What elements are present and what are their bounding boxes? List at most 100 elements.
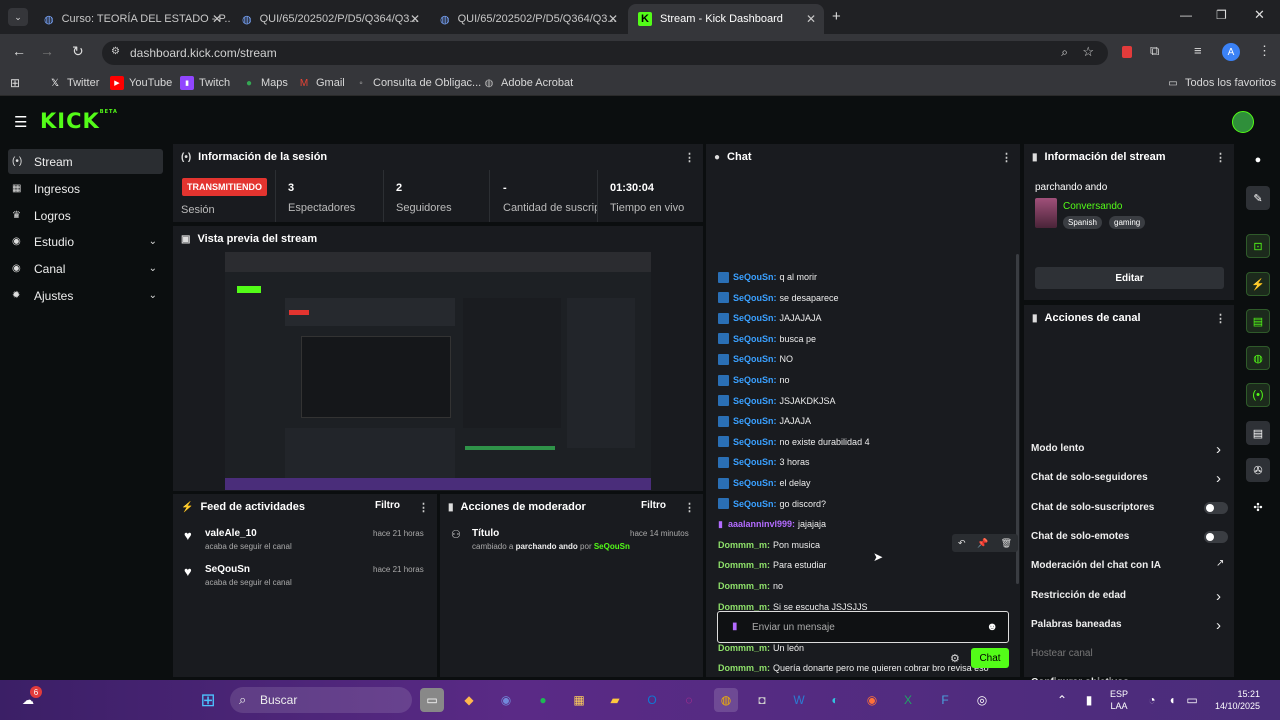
emoji-icon[interactable]: ☻ <box>986 621 998 633</box>
more-options-icon[interactable]: ⋮ <box>418 501 429 514</box>
chat-message[interactable]: ▮ aaalanninvl999: jajajaja <box>718 517 826 531</box>
chat-username[interactable]: SeQouSn: <box>733 375 777 385</box>
channel-action-item[interactable]: Chat de solo-seguidores <box>1031 472 1148 483</box>
chat-message[interactable]: SeQouSn: NO <box>718 352 793 366</box>
external-link-icon[interactable]: ↗ <box>1216 558 1224 569</box>
browser-tab-1[interactable]: ◍ Curso: TEORÍA DEL ESTADO - P... ✕ <box>34 4 230 34</box>
new-tab-icon[interactable]: + <box>832 8 841 25</box>
chat-username[interactable]: SeQouSn: <box>733 457 777 467</box>
chat-username[interactable]: SeQouSn: <box>733 313 777 323</box>
file-explorer-app-icon[interactable]: ▭ <box>420 688 444 712</box>
chat-message[interactable]: SeQouSn: se desaparece <box>718 291 839 305</box>
chat-username[interactable]: SeQouSn: <box>733 396 777 406</box>
maximize-icon[interactable]: ❐ <box>1216 8 1227 22</box>
chat-message[interactable]: SeQouSn: no existe durabilidad 4 <box>718 435 870 449</box>
chat-message[interactable]: SeQouSn: JSJAKDKJSA <box>718 394 836 408</box>
chat-username[interactable]: SeQouSn: <box>733 437 777 447</box>
extension-red-icon[interactable] <box>1122 46 1132 58</box>
bookmark-adobe[interactable]: ◍ Adobe Acrobat <box>482 76 574 90</box>
copilot-app-icon[interactable]: ◆ <box>457 688 481 712</box>
spotify-app-icon[interactable]: ● <box>531 688 555 712</box>
pin-icon[interactable]: 📌 <box>977 538 988 549</box>
camera-app-icon[interactable]: ◘ <box>750 688 774 712</box>
chrome-app-icon[interactable]: ◍ <box>714 688 738 712</box>
nav-logros[interactable]: ♛ Logros <box>8 203 163 228</box>
windows-start-icon[interactable]: ⊞ <box>196 688 220 712</box>
channel-action-item[interactable]: Restricción de edad <box>1031 590 1126 601</box>
edit-rail-icon[interactable]: ✎ <box>1246 186 1270 210</box>
excel-app-icon[interactable]: X <box>896 688 920 712</box>
chat-message[interactable]: Dommm_m: Quería donarte pero me quieren c… <box>718 661 989 675</box>
close-icon[interactable]: ✕ <box>806 12 816 26</box>
close-icon[interactable]: ✕ <box>410 12 420 26</box>
chat-message[interactable]: SeQouSn: 3 horas <box>718 455 810 469</box>
media-icon[interactable]: ≡ <box>1194 43 1202 58</box>
chat-username[interactable]: Dommm_m: <box>718 643 770 653</box>
chat-username[interactable]: SeQouSn: <box>733 354 777 364</box>
chat-username[interactable]: aaalanninvl999: <box>728 519 795 529</box>
chat-input[interactable]: ▮ Enviar un mensaje ☻ <box>717 611 1009 643</box>
delete-icon[interactable]: 🗑 <box>1001 538 1012 549</box>
channel-action-item[interactable]: Modo lento <box>1031 443 1084 454</box>
zoom-icon[interactable]: ⌕ <box>1061 45 1068 60</box>
chat-username[interactable]: SeQouSn: <box>733 272 777 282</box>
chat-username[interactable]: SeQouSn: <box>733 416 777 426</box>
kick-logo[interactable]: KICKBETA <box>40 109 118 133</box>
category-name[interactable]: Conversando <box>1063 201 1122 212</box>
mic-tray-icon[interactable]: ▮ <box>1077 688 1101 712</box>
bookmark-twitch[interactable]: ▮ Twitch <box>180 76 230 90</box>
channel-action-item[interactable]: Moderación del chat con IA <box>1031 560 1161 571</box>
tag-gaming[interactable]: gaming <box>1109 216 1146 229</box>
site-info-icon[interactable]: ⚙ <box>111 46 120 57</box>
star-icon[interactable]: ☆ <box>1082 44 1094 60</box>
nav-ingresos[interactable]: ▦ Ingresos <box>8 176 163 201</box>
url-input[interactable]: ⚙ dashboard.kick.com/stream ⌕ ☆ <box>102 41 1108 65</box>
chat-username[interactable]: Dommm_m: <box>718 540 770 550</box>
chat-message[interactable]: SeQouSn: busca pe <box>718 332 816 346</box>
chat-message[interactable]: SeQouSn: el delay <box>718 476 811 490</box>
chat-username[interactable]: SeQouSn: <box>733 478 777 488</box>
bookmark-gmail[interactable]: M Gmail <box>297 76 345 90</box>
close-icon[interactable]: ✕ <box>608 12 618 26</box>
chat-username[interactable]: SeQouSn: <box>733 293 777 303</box>
firefox-app-icon[interactable]: ◉ <box>860 688 884 712</box>
back-icon[interactable]: ← <box>12 43 26 59</box>
chevron-right-icon[interactable]: › <box>1216 441 1221 458</box>
chat-message[interactable]: SeQouSn: q al morir <box>718 270 817 284</box>
nav-estudio[interactable]: ◉ Estudio ⌄ <box>8 229 163 254</box>
apps-grid-icon[interactable]: ⊞ <box>10 76 20 90</box>
bookmark-youtube[interactable]: ▶ YouTube <box>110 76 172 90</box>
more-options-icon[interactable]: ⋮ <box>1215 151 1226 164</box>
more-options-icon[interactable]: ⋮ <box>684 151 695 164</box>
user-avatar[interactable] <box>1232 111 1254 133</box>
filezilla-app-icon[interactable]: F <box>933 688 957 712</box>
chat-message[interactable]: SeQouSn: JAJAJAJA <box>718 311 822 325</box>
filter-button[interactable]: Filtro <box>375 500 400 511</box>
language-indicator[interactable]: ESP LAA <box>1110 688 1128 712</box>
tag-spanish[interactable]: Spanish <box>1063 216 1102 229</box>
chat-username[interactable]: Dommm_m: <box>718 663 770 673</box>
bolt-rail-icon[interactable]: ⚡ <box>1246 272 1270 296</box>
chevron-right-icon[interactable]: › <box>1216 588 1221 605</box>
clock[interactable]: 15:21 14/10/2025 <box>1200 688 1260 712</box>
tray-chevron-icon[interactable]: ⌃ <box>1050 688 1074 712</box>
minimize-icon[interactable]: — <box>1180 8 1192 22</box>
close-window-icon[interactable]: ✕ <box>1254 7 1265 23</box>
channel-action-item[interactable]: Chat de solo-suscriptores <box>1031 502 1154 513</box>
discord-app-icon[interactable]: ◉ <box>494 688 518 712</box>
mic-icon[interactable]: ▮ <box>732 621 738 632</box>
nav-canal[interactable]: ◉ Canal ⌄ <box>8 256 163 281</box>
chevron-right-icon[interactable]: › <box>1216 470 1221 487</box>
chat-send-button[interactable]: Chat <box>971 648 1009 668</box>
chevron-right-icon[interactable]: › <box>1216 617 1221 634</box>
info-rail-icon[interactable]: ● <box>1246 148 1270 172</box>
channel-action-item[interactable]: Palabras baneadas <box>1031 619 1122 630</box>
nav-ajustes[interactable]: ✹ Ajustes ⌄ <box>8 283 163 308</box>
chat-username[interactable]: SeQouSn: <box>733 334 777 344</box>
browser-tab-3[interactable]: ◍ QUI/65/202502/P/D5/Q364/Q3... ✕ <box>430 4 626 34</box>
chat-username[interactable]: Dommm_m: <box>718 581 770 591</box>
chat-message[interactable]: SeQouSn: no <box>718 373 790 387</box>
profile-avatar[interactable]: A <box>1222 43 1240 61</box>
chat-rail-icon[interactable]: ◍ <box>1246 346 1270 370</box>
reload-icon[interactable]: ↻ <box>72 43 84 60</box>
